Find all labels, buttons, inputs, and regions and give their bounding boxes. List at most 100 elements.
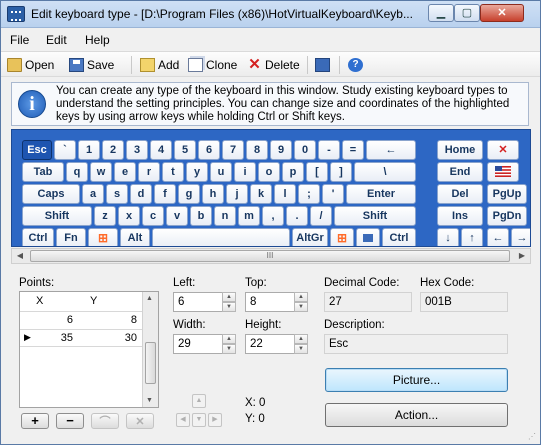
key-fn[interactable]: Fn bbox=[56, 228, 86, 246]
key-backspace[interactable]: ← bbox=[366, 140, 416, 160]
help-button[interactable]: ? bbox=[348, 56, 366, 74]
key-r[interactable]: r bbox=[138, 162, 160, 182]
key-arrow-down[interactable]: ↓ bbox=[437, 228, 459, 246]
key-backslash[interactable]: \ bbox=[354, 162, 416, 182]
menu-edit[interactable]: Edit bbox=[46, 33, 67, 47]
close-button[interactable]: ✕ bbox=[480, 4, 524, 22]
scrollbar-thumb[interactable]: III bbox=[30, 250, 510, 262]
key-comma[interactable]: , bbox=[262, 206, 284, 226]
key-s[interactable]: s bbox=[106, 184, 128, 204]
key-8[interactable]: 8 bbox=[246, 140, 268, 160]
key-w[interactable]: w bbox=[90, 162, 112, 182]
key-d[interactable]: d bbox=[130, 184, 152, 204]
table-row[interactable]: ▶ 35 30 bbox=[20, 329, 143, 347]
clone-button[interactable]: Clone bbox=[188, 56, 237, 74]
table-row[interactable]: 6 8 bbox=[20, 311, 143, 329]
key-menu[interactable] bbox=[356, 228, 380, 246]
key-shift-left[interactable]: Shift bbox=[22, 206, 92, 226]
menu-file[interactable]: File bbox=[10, 33, 29, 47]
key-backtick[interactable]: ` bbox=[54, 140, 76, 160]
key-j[interactable]: j bbox=[226, 184, 248, 204]
keyboard-view-button[interactable] bbox=[315, 56, 333, 74]
top-field[interactable]: 8 bbox=[245, 292, 295, 312]
title-bar[interactable]: Edit keyboard type - [D:\Program Files (… bbox=[1, 1, 540, 28]
width-stepper[interactable]: ▲ ▼ bbox=[222, 334, 236, 354]
key-right-bracket[interactable]: ] bbox=[330, 162, 352, 182]
move-right-button[interactable]: ▶ bbox=[208, 413, 222, 427]
key-flag-us[interactable] bbox=[487, 162, 519, 182]
scroll-left-icon[interactable]: ◀ bbox=[12, 249, 28, 263]
key-shift-right[interactable]: Shift bbox=[334, 206, 416, 226]
menu-help[interactable]: Help bbox=[85, 33, 110, 47]
key-ins[interactable]: Ins bbox=[437, 206, 483, 226]
key-equals[interactable]: = bbox=[342, 140, 364, 160]
left-field[interactable]: 6 bbox=[173, 292, 223, 312]
move-left-button[interactable]: ◀ bbox=[176, 413, 190, 427]
curve-button[interactable]: ⌒ bbox=[91, 413, 119, 429]
key-o[interactable]: o bbox=[258, 162, 280, 182]
minimize-button[interactable]: ▁ bbox=[428, 4, 454, 22]
points-grid[interactable]: X Y 6 8 ▶ 35 30 ▲ ▼ bbox=[19, 291, 159, 408]
key-h[interactable]: h bbox=[202, 184, 224, 204]
key-close[interactable]: ✕ bbox=[487, 140, 519, 160]
key-esc[interactable]: Esc bbox=[22, 140, 52, 160]
keyboard-preview[interactable]: Esc ` 1 2 3 4 5 6 7 8 9 0 - = ← Home ✕ T… bbox=[11, 129, 531, 247]
key-y[interactable]: y bbox=[186, 162, 208, 182]
remove-point-button[interactable]: − bbox=[56, 413, 84, 429]
key-ctrl-left[interactable]: Ctrl bbox=[22, 228, 54, 246]
save-button[interactable]: Save bbox=[69, 56, 114, 74]
key-period[interactable]: . bbox=[286, 206, 308, 226]
key-3[interactable]: 3 bbox=[126, 140, 148, 160]
key-5[interactable]: 5 bbox=[174, 140, 196, 160]
key-b[interactable]: b bbox=[190, 206, 212, 226]
key-minus[interactable]: - bbox=[318, 140, 340, 160]
height-stepper[interactable]: ▲ ▼ bbox=[294, 334, 308, 354]
key-pgdn[interactable]: PgDn bbox=[487, 206, 527, 226]
key-7[interactable]: 7 bbox=[222, 140, 244, 160]
key-caps[interactable]: Caps bbox=[22, 184, 80, 204]
key-left-bracket[interactable]: [ bbox=[306, 162, 328, 182]
grid-scroll-thumb[interactable] bbox=[145, 342, 156, 384]
height-field[interactable]: 22 bbox=[245, 334, 295, 354]
key-f[interactable]: f bbox=[154, 184, 176, 204]
key-ctrl-right[interactable]: Ctrl bbox=[382, 228, 416, 246]
key-t[interactable]: t bbox=[162, 162, 184, 182]
key-c[interactable]: c bbox=[142, 206, 164, 226]
key-e[interactable]: e bbox=[114, 162, 136, 182]
key-alt[interactable]: Alt bbox=[120, 228, 150, 246]
description-field[interactable]: Esc bbox=[324, 334, 508, 354]
key-tab[interactable]: Tab bbox=[22, 162, 64, 182]
key-9[interactable]: 9 bbox=[270, 140, 292, 160]
move-up-button[interactable]: ▲ bbox=[192, 394, 206, 408]
picture-button[interactable]: Picture... bbox=[325, 368, 508, 392]
add-button[interactable]: Add bbox=[140, 56, 179, 74]
key-win-right[interactable]: ⊞ bbox=[330, 228, 354, 246]
top-stepper[interactable]: ▲ ▼ bbox=[294, 292, 308, 312]
key-0[interactable]: 0 bbox=[294, 140, 316, 160]
action-button[interactable]: Action... bbox=[325, 403, 508, 427]
key-n[interactable]: n bbox=[214, 206, 236, 226]
key-arrow-left[interactable]: ← bbox=[487, 228, 509, 246]
key-k[interactable]: k bbox=[250, 184, 272, 204]
key-x[interactable]: x bbox=[118, 206, 140, 226]
key-6[interactable]: 6 bbox=[198, 140, 220, 160]
key-home[interactable]: Home bbox=[437, 140, 483, 160]
key-2[interactable]: 2 bbox=[102, 140, 124, 160]
key-enter[interactable]: Enter bbox=[346, 184, 416, 204]
clear-points-button[interactable]: ✕ bbox=[126, 413, 154, 429]
key-l[interactable]: l bbox=[274, 184, 296, 204]
key-p[interactable]: p bbox=[282, 162, 304, 182]
scroll-right-icon[interactable]: ▶ bbox=[514, 249, 530, 263]
horizontal-scrollbar[interactable]: ◀ III ▶ bbox=[11, 248, 531, 264]
key-end[interactable]: End bbox=[437, 162, 483, 182]
grid-vertical-scrollbar[interactable]: ▲ ▼ bbox=[142, 292, 158, 407]
key-z[interactable]: z bbox=[94, 206, 116, 226]
key-slash[interactable]: / bbox=[310, 206, 332, 226]
move-down-button[interactable]: ▼ bbox=[192, 413, 206, 427]
key-arrow-up[interactable]: ↑ bbox=[461, 228, 483, 246]
resize-grip-icon[interactable]: ⋰ bbox=[528, 432, 538, 442]
key-a[interactable]: a bbox=[82, 184, 104, 204]
key-pgup[interactable]: PgUp bbox=[487, 184, 527, 204]
key-u[interactable]: u bbox=[210, 162, 232, 182]
key-space[interactable] bbox=[152, 228, 290, 246]
